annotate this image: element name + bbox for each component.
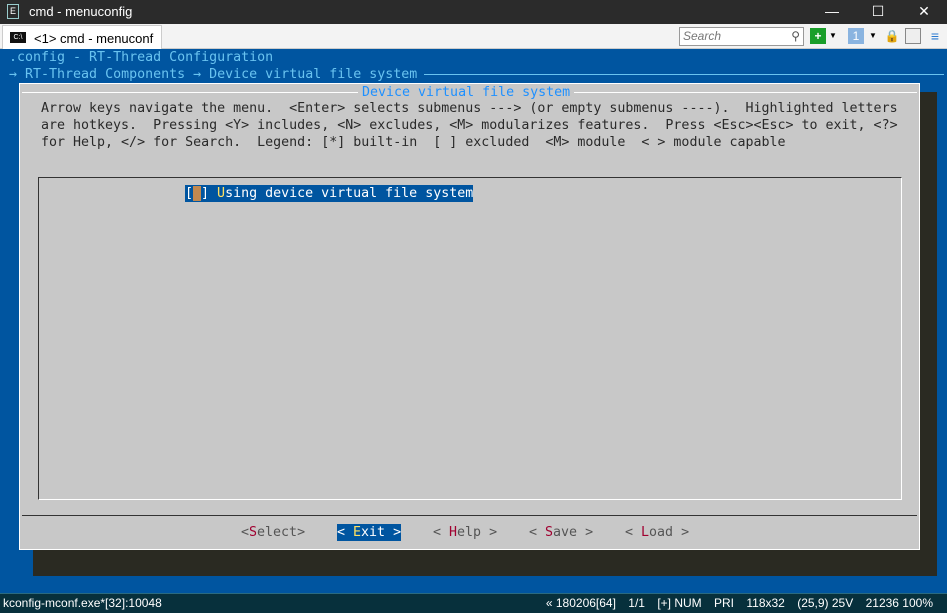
button-bar: <Select> < Exit > < Help > < Save > < Lo… [20, 524, 919, 541]
status-indicators: « 180206[64] 1/1 [+] NUM PRI 118x32 (25,… [537, 594, 933, 613]
menu-icon[interactable]: ≡ [927, 28, 943, 44]
button-label: xit [361, 525, 386, 540]
console-list-icon[interactable]: 1 [848, 28, 864, 44]
menu-item-using-dfs[interactable]: [ ] Using device virtual file system [185, 185, 474, 202]
button-label: elect [257, 525, 298, 540]
breadcrumb-rule [424, 74, 944, 75]
search-icon[interactable]: ⚲ [791, 28, 800, 45]
bracket: > [481, 525, 498, 540]
hotkey: S [249, 525, 258, 540]
help-text-line: Arrow keys navigate the menu. <Enter> se… [41, 101, 898, 116]
status-process: kconfig-mconf.exe*[32]:10048 [3, 596, 162, 610]
menu-item-label: sing device virtual file system [225, 186, 474, 201]
hotkey: U [217, 186, 226, 201]
bracket: < [529, 525, 546, 540]
terminal[interactable]: .config - RT-Thread Configuration → RT-T… [0, 49, 947, 593]
split-view-icon[interactable] [905, 28, 921, 44]
console-list-dropdown-icon[interactable]: ▼ [868, 28, 878, 44]
hotkey: L [641, 525, 650, 540]
window-title: cmd - menuconfig [29, 4, 133, 19]
tab-label: <1> cmd - menuconf [34, 31, 154, 46]
minimize-button[interactable]: — [809, 0, 855, 24]
lock-icon[interactable]: 🔒 [884, 28, 900, 44]
button-label: oad [649, 525, 674, 540]
search-placeholder: Search [683, 29, 722, 43]
help-button[interactable]: < Help > [433, 524, 497, 541]
hotkey: H [449, 525, 458, 540]
checkbox-cursor[interactable] [193, 186, 202, 201]
close-button[interactable]: ✕ [901, 0, 947, 24]
save-button[interactable]: < Save > [529, 524, 593, 541]
search-input[interactable]: Search ⚲ [679, 27, 804, 46]
status-size[interactable]: 118x32 [746, 596, 784, 610]
status-cursor: (25,9) 25V [797, 596, 854, 610]
exit-button[interactable]: < Exit > [337, 524, 402, 541]
status-console-index[interactable]: 1/1 [628, 596, 645, 610]
status-bar: kconfig-mconf.exe*[32]:10048 « 180206[64… [0, 593, 947, 613]
maximize-button[interactable]: ☐ [855, 0, 901, 24]
checkbox-open: [ [185, 186, 194, 201]
button-separator [22, 515, 917, 516]
config-title: .config - RT-Thread Configuration [9, 50, 274, 65]
status-priority: PRI [714, 596, 735, 610]
bracket: < [433, 525, 450, 540]
load-button[interactable]: < Load > [625, 524, 689, 541]
bracket: < [625, 525, 642, 540]
tab-bar: C:\ <1> cmd - menuconf Search ⚲ + ▼ 1 ▼ 🔒… [0, 24, 947, 49]
hotkey: E [353, 525, 362, 540]
button-label: ave [553, 525, 578, 540]
dialog-title: Device virtual file system [358, 84, 575, 101]
bracket: > [297, 525, 306, 540]
help-text-line: for Help, </> for Search. Legend: [*] bu… [41, 135, 786, 150]
console-app-icon: E [7, 4, 19, 19]
status-build[interactable]: « 180206[64] [546, 596, 616, 610]
console-icon: C:\ [10, 32, 26, 43]
status-numlock: [+] NUM [657, 596, 702, 610]
new-console-dropdown-icon[interactable]: ▼ [828, 28, 838, 44]
help-text-line: are hotkeys. Pressing <Y> includes, <N> … [41, 118, 898, 133]
status-pid-zoom: 21236 100% [865, 596, 933, 610]
bracket: < [337, 525, 354, 540]
bracket: < [241, 525, 250, 540]
button-label: elp [457, 525, 482, 540]
checkbox-close: ] [201, 186, 218, 201]
bracket: > [577, 525, 594, 540]
breadcrumb: → RT-Thread Components → Device virtual … [9, 67, 418, 82]
new-console-icon[interactable]: + [810, 28, 826, 44]
hotkey: S [545, 525, 554, 540]
tab-cmd-menuconf[interactable]: C:\ <1> cmd - menuconf [2, 25, 162, 49]
select-button[interactable]: <Select> [241, 524, 305, 541]
menu-dialog: Device virtual file system Arrow keys na… [19, 83, 920, 550]
title-bar: E cmd - menuconfig — ☐ ✕ [0, 0, 947, 24]
bracket: > [385, 525, 402, 540]
bracket: > [673, 525, 690, 540]
menu-list: [ ] Using device virtual file system [38, 177, 902, 500]
